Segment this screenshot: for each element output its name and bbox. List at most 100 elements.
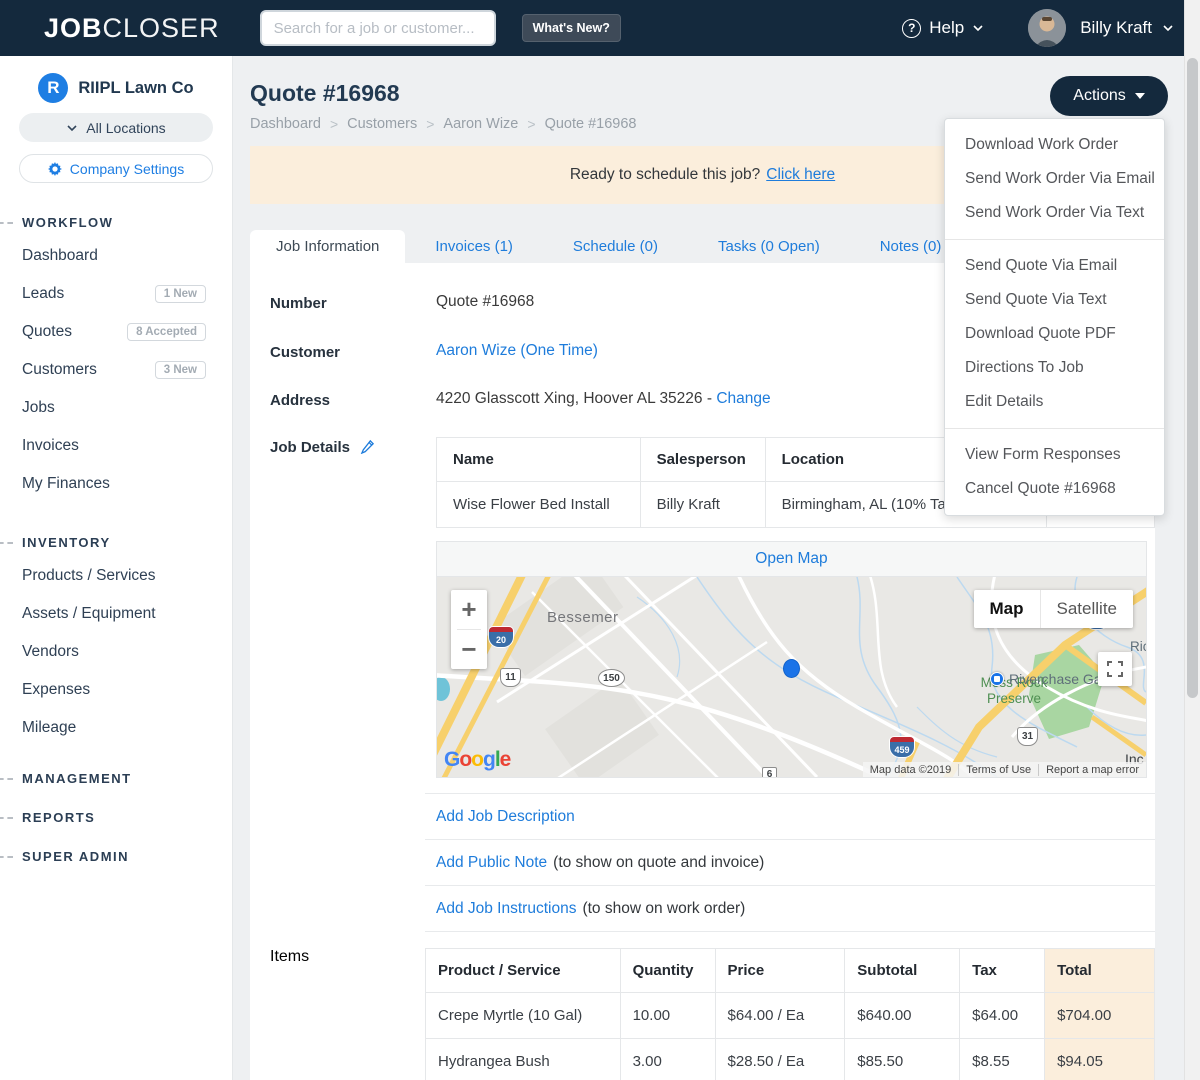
col-subtotal: Subtotal — [844, 948, 961, 993]
section-management[interactable]: MANAGEMENT — [0, 769, 232, 789]
sidebar-item-expenses[interactable]: Expenses — [0, 671, 232, 709]
shield-sr6: 6 — [762, 767, 777, 777]
google-map[interactable]: Bessemer Moss Rock Preserve Riverchase G… — [437, 577, 1146, 777]
col-product-service: Product / Service — [425, 948, 621, 993]
company-settings-button[interactable]: Company Settings — [19, 154, 213, 183]
tab-invoices[interactable]: Invoices (1) — [405, 230, 543, 263]
shield-i459-south: 459 — [890, 737, 914, 757]
section-reports[interactable]: REPORTS — [0, 808, 232, 828]
sidebar-item-assets-equipment[interactable]: Assets / Equipment — [0, 595, 232, 633]
map-label-ric: Ric — [1130, 639, 1146, 654]
sidebar-item-invoices[interactable]: Invoices — [0, 427, 232, 465]
fullscreen-button[interactable] — [1098, 652, 1132, 686]
sidebar-item-label: Vendors — [22, 643, 79, 660]
sidebar-item-leads[interactable]: Leads 1 New — [0, 275, 232, 313]
menu-item-download-quote-pdf[interactable]: Download Quote PDF — [945, 317, 1164, 351]
sidebar-item-label: Customers — [22, 361, 97, 378]
sidebar-item-vendors[interactable]: Vendors — [0, 633, 232, 671]
add-job-instructions-row: Add Job Instructions (to show on work or… — [425, 886, 1155, 932]
logo-light: CLOSER — [102, 12, 220, 43]
job-name-cell: Wise Flower Bed Install — [436, 481, 641, 528]
map-button[interactable]: Map — [973, 590, 1040, 628]
zoom-in-button[interactable]: + — [451, 590, 487, 629]
map-attribution: Map data ©2019 Terms of Use Report a map… — [862, 762, 1146, 777]
sidebar-item-dashboard[interactable]: Dashboard — [0, 237, 232, 275]
shield-us11: 11 — [500, 668, 521, 687]
avatar[interactable] — [1028, 9, 1067, 47]
sidebar-item-mileage[interactable]: Mileage — [0, 709, 232, 747]
banner-text: Ready to schedule this job? — [569, 166, 761, 183]
col-salesperson: Salesperson — [639, 437, 766, 482]
sidebar-item-jobs[interactable]: Jobs — [0, 389, 232, 427]
tab-job-information[interactable]: Job Information — [250, 230, 406, 263]
menu-item-download-work-order[interactable]: Download Work Order — [945, 128, 1164, 162]
menu-item-edit-details[interactable]: Edit Details — [945, 385, 1164, 419]
sidebar-item-my-finances[interactable]: My Finances — [0, 465, 232, 503]
breadcrumb-current: Quote #16968 — [544, 116, 637, 132]
breadcrumb-customers[interactable]: Customers — [347, 116, 417, 132]
menu-item-send-quote-email[interactable]: Send Quote Via Email — [945, 249, 1164, 283]
sidebar-item-label: Products / Services — [22, 567, 156, 584]
scrollbar-thumb[interactable] — [1187, 58, 1198, 698]
help-menu[interactable]: ? Help — [902, 18, 984, 38]
items-table: Product / Service Quantity Price Subtota… — [425, 948, 1155, 1080]
breadcrumb-separator: > — [426, 116, 435, 132]
job-details-label-text: Job Details — [270, 439, 351, 456]
section-inventory: INVENTORY — [0, 533, 232, 553]
poi-marker-icon — [990, 672, 1004, 686]
search-input[interactable] — [259, 10, 496, 46]
menu-divider — [945, 428, 1164, 429]
address-label: Address — [270, 392, 331, 409]
add-job-instructions-link[interactable]: Add Job Instructions — [436, 900, 576, 918]
add-job-description-link[interactable]: Add Job Description — [436, 808, 575, 826]
product-link[interactable]: Crepe Myrtle (10 Gal) — [425, 992, 621, 1039]
open-map-link[interactable]: Open Map — [437, 542, 1146, 577]
job-details-label: Job Details — [270, 437, 436, 778]
locations-label: All Locations — [86, 119, 166, 136]
app-logo[interactable]: JOBCLOSER — [44, 13, 220, 44]
job-instructions-hint: (to show on work order) — [582, 899, 746, 917]
sidebar-item-customers[interactable]: Customers 3 New — [0, 351, 232, 389]
menu-item-send-quote-text[interactable]: Send Quote Via Text — [945, 283, 1164, 317]
add-public-note-link[interactable]: Add Public Note — [436, 854, 547, 872]
menu-item-directions-to-job[interactable]: Directions To Job — [945, 351, 1164, 385]
help-icon: ? — [902, 18, 922, 38]
section-workflow: WORKFLOW — [0, 213, 232, 233]
sidebar-item-label: Invoices — [22, 437, 79, 454]
menu-item-send-work-order-text[interactable]: Send Work Order Via Text — [945, 196, 1164, 230]
company-name: RIIPL Lawn Co — [78, 78, 194, 97]
tab-schedule[interactable]: Schedule (0) — [543, 230, 688, 263]
locations-selector[interactable]: All Locations — [19, 113, 213, 142]
gear-icon — [47, 161, 62, 176]
number-label: Number — [270, 295, 327, 312]
add-job-description-row: Add Job Description — [425, 794, 1155, 840]
terms-of-use-link[interactable]: Terms of Use — [958, 763, 1038, 776]
tab-tasks[interactable]: Tasks (0 Open) — [688, 230, 850, 263]
tax-cell: $8.55 — [959, 1038, 1046, 1080]
menu-item-view-form-responses[interactable]: View Form Responses — [945, 438, 1164, 472]
google-logo[interactable]: Google — [444, 748, 511, 772]
report-map-error-link[interactable]: Report a map error — [1038, 763, 1146, 776]
sidebar-item-quotes[interactable]: Quotes 8 Accepted — [0, 313, 232, 351]
customer-link[interactable]: Aaron Wize (One Time) — [436, 342, 598, 361]
section-super-admin[interactable]: SUPER ADMIN — [0, 847, 232, 867]
edit-pencil-icon[interactable] — [360, 439, 375, 455]
menu-item-send-work-order-email[interactable]: Send Work Order Via Email — [945, 162, 1164, 196]
total-cell: $94.05 — [1044, 1038, 1155, 1080]
page-scrollbar[interactable] — [1184, 0, 1200, 1080]
banner-click-here-link[interactable]: Click here — [766, 166, 835, 184]
product-link[interactable]: Hydrangea Bush — [425, 1038, 621, 1080]
company-header: R RIIPL Lawn Co — [0, 73, 232, 103]
actions-button[interactable]: Actions — [1050, 76, 1168, 116]
satellite-button[interactable]: Satellite — [1039, 590, 1133, 628]
breadcrumb-customer-name[interactable]: Aaron Wize — [443, 116, 518, 132]
menu-item-cancel-quote[interactable]: Cancel Quote #16968 — [945, 472, 1164, 506]
breadcrumb-dashboard[interactable]: Dashboard — [250, 116, 321, 132]
whats-new-button[interactable]: What's New? — [521, 14, 621, 42]
user-menu[interactable]: Billy Kraft — [1080, 18, 1152, 38]
quantity-cell: 3.00 — [619, 1038, 716, 1080]
sidebar-item-products-services[interactable]: Products / Services — [0, 557, 232, 595]
job-location-marker[interactable] — [783, 659, 800, 678]
zoom-out-button[interactable]: − — [451, 630, 487, 669]
change-address-link[interactable]: Change — [716, 390, 770, 407]
